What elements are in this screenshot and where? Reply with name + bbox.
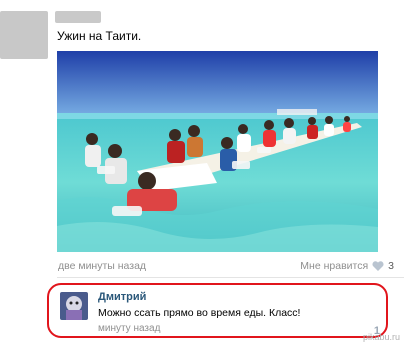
comment-author-avatar[interactable] <box>60 292 88 320</box>
post-like-button[interactable]: Мне нравится 3 <box>300 260 394 272</box>
wall-post: Ужин на Таити. две минуты назад Мне нрав… <box>0 0 404 344</box>
watermark: pikabu.ru <box>362 332 400 342</box>
divider <box>57 277 404 278</box>
comment-text: Можно ссать прямо во время еды. Класс! <box>98 307 301 319</box>
post-time[interactable]: две минуты назад <box>58 260 146 272</box>
like-count: 3 <box>388 260 394 272</box>
post-author-name-redacted[interactable] <box>55 11 101 23</box>
comment-author-name[interactable]: Дмитрий <box>98 291 146 303</box>
comment-time[interactable]: минуту назад <box>98 323 160 334</box>
highlighted-comment: Дмитрий Можно ссать прямо во время еды. … <box>47 283 388 338</box>
heart-icon <box>372 261 384 271</box>
post-author-avatar[interactable] <box>0 11 48 59</box>
post-text: Ужин на Таити. <box>57 29 142 43</box>
like-label: Мне нравится <box>300 260 369 272</box>
post-photo[interactable] <box>57 51 378 252</box>
